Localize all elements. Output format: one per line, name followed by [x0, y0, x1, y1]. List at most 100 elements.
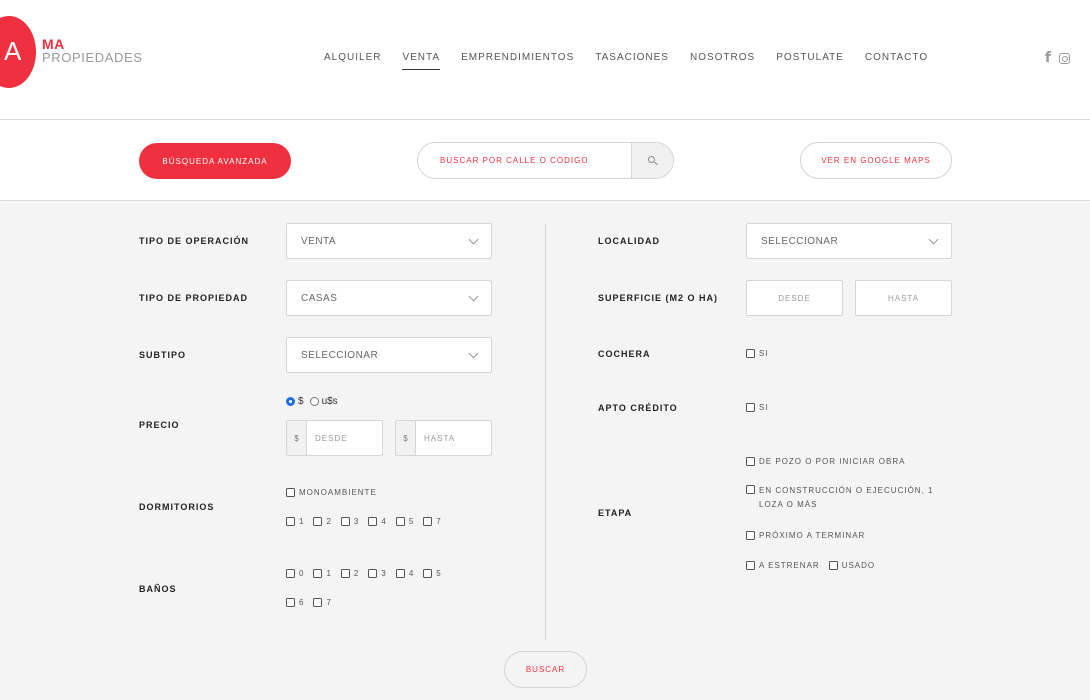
- property-type-label: TIPO DE PROPIEDAD: [139, 293, 249, 303]
- address-search: [417, 142, 674, 179]
- google-maps-button[interactable]: VER EN GOOGLE MAPS: [800, 142, 952, 179]
- subtype-value: SELECCIONAR: [301, 349, 379, 361]
- checkbox-box[interactable]: [340, 517, 350, 526]
- nav-item-nosotros[interactable]: NOSOTROS: [690, 52, 755, 70]
- nav-item-alquiler[interactable]: ALQUILER: [324, 52, 381, 70]
- credit-label: APTO CRÉDITO: [598, 403, 678, 413]
- currency-label-pesos: $: [298, 396, 304, 407]
- locality-select[interactable]: SELECCIONAR: [746, 223, 952, 259]
- nav-item-venta[interactable]: VENTA: [402, 52, 441, 70]
- bedrooms-option[interactable]: 2: [313, 517, 331, 526]
- checkbox-box[interactable]: [746, 349, 755, 358]
- checkbox-box[interactable]: [423, 569, 433, 578]
- price-label: PRECIO: [139, 420, 180, 430]
- bedrooms-option-label: 7: [436, 517, 442, 526]
- checkbox-box[interactable]: [395, 569, 405, 578]
- checkbox-box[interactable]: [313, 598, 323, 607]
- bathrooms-option[interactable]: 0: [286, 569, 304, 578]
- credit-checkbox[interactable]: SI: [746, 403, 769, 412]
- checkbox-box[interactable]: [746, 457, 755, 466]
- nav-item-emprendimientos[interactable]: EMPRENDIMIENTOS: [461, 52, 574, 70]
- checkbox-box[interactable]: [286, 569, 295, 578]
- subtype-label: SUBTIPO: [139, 350, 187, 360]
- bathrooms-option[interactable]: 3: [368, 569, 386, 578]
- stage-option-label: DE POZO O POR INICIAR OBRA: [759, 457, 906, 466]
- bathrooms-options-row-1: 0 1 2 3 4 5: [286, 569, 451, 578]
- chevron-down-icon: [928, 234, 939, 245]
- operation-select[interactable]: VENTA: [286, 223, 492, 259]
- bathrooms-option-label: 2: [353, 569, 360, 578]
- nav-item-tasaciones[interactable]: TASACIONES: [595, 52, 669, 70]
- stage-option-row-2[interactable]: EN CONSTRUCCIÓN O EJECUCIÓN, 1 LOZA O MÁ…: [746, 484, 946, 512]
- stage-option[interactable]: A ESTRENAR: [746, 561, 820, 570]
- checkbox-box[interactable]: [368, 569, 378, 578]
- advanced-search-button[interactable]: BÚSQUEDA AVANZADA: [139, 143, 291, 179]
- checkbox-box[interactable]: [828, 561, 838, 570]
- checkbox-box[interactable]: [340, 569, 350, 578]
- stage-label: ETAPA: [598, 508, 633, 518]
- garage-checkbox[interactable]: SI: [746, 349, 769, 358]
- checkbox-box[interactable]: [746, 561, 755, 570]
- bedrooms-option-label: 4: [381, 517, 387, 526]
- search-submit-button[interactable]: [631, 143, 673, 178]
- search-icon: [648, 156, 655, 163]
- bathrooms-option-label: 3: [381, 569, 387, 578]
- bathrooms-option[interactable]: 1: [313, 569, 331, 578]
- checkbox-box[interactable]: [286, 517, 295, 526]
- bathrooms-label: BAÑOS: [139, 584, 177, 594]
- stage-option[interactable]: PRÓXIMO A TERMINAR: [746, 531, 865, 540]
- checkbox-box[interactable]: [286, 488, 295, 497]
- logo-letter[interactable]: A: [4, 36, 21, 67]
- bedrooms-studio-checkbox[interactable]: MONOAMBIENTE: [286, 488, 377, 497]
- bathrooms-option-label: 1: [326, 569, 332, 578]
- facebook-icon[interactable]: f: [1045, 50, 1051, 66]
- price-to-input[interactable]: $ HASTA: [395, 420, 492, 456]
- operation-label: TIPO DE OPERACIÓN: [139, 236, 250, 246]
- surface-from-input[interactable]: DESDE: [746, 280, 843, 316]
- checkbox-box[interactable]: [746, 531, 755, 540]
- checkbox-box[interactable]: [368, 517, 378, 526]
- bathrooms-option[interactable]: 5: [423, 569, 441, 578]
- credit-checkbox-row: SI: [746, 403, 778, 412]
- checkbox-box[interactable]: [746, 485, 755, 494]
- checkbox-box[interactable]: [286, 598, 295, 607]
- search-submit-button[interactable]: BUSCAR: [504, 651, 587, 688]
- bedrooms-option[interactable]: 5: [395, 517, 414, 526]
- bedrooms-option[interactable]: 3: [340, 517, 359, 526]
- checkbox-box[interactable]: [313, 569, 323, 578]
- stage-option-row-3: PRÓXIMO A TERMINAR: [746, 531, 874, 540]
- bedrooms-option[interactable]: 1: [286, 517, 304, 526]
- currency-radio-pesos[interactable]: [286, 397, 295, 406]
- bedrooms-studio-label: MONOAMBIENTE: [299, 488, 377, 497]
- price-to-placeholder: HASTA: [424, 433, 456, 443]
- checkbox-box[interactable]: [746, 403, 755, 412]
- bathrooms-option[interactable]: 2: [340, 569, 360, 578]
- bathrooms-option[interactable]: 4: [395, 569, 414, 578]
- stage-option[interactable]: USADO: [828, 561, 875, 570]
- price-from-input[interactable]: $ DESDE: [286, 420, 383, 456]
- currency-radio-dollars[interactable]: [309, 397, 319, 406]
- bathrooms-option-label: 7: [326, 598, 332, 607]
- instagram-icon[interactable]: [1059, 52, 1070, 64]
- checkbox-box[interactable]: [423, 517, 433, 526]
- checkbox-box[interactable]: [313, 517, 323, 526]
- site-header: A MA PROPIEDADES ALQUILER VENTA EMPRENDI…: [0, 0, 1090, 120]
- bedrooms-option[interactable]: 4: [368, 517, 386, 526]
- nav-item-contacto[interactable]: CONTACTO: [865, 52, 928, 70]
- search-bar: BÚSQUEDA AVANZADA VER EN GOOGLE MAPS: [0, 121, 1090, 201]
- property-type-value: CASAS: [301, 292, 338, 304]
- surface-to-input[interactable]: HASTA: [855, 280, 952, 316]
- nav-item-postulate[interactable]: POSTULATE: [776, 52, 844, 70]
- bathrooms-option[interactable]: 7: [313, 598, 331, 607]
- stage-option[interactable]: DE POZO O POR INICIAR OBRA: [746, 457, 905, 466]
- stage-option-row-1: DE POZO O POR INICIAR OBRA: [746, 457, 914, 466]
- bedrooms-option[interactable]: 7: [423, 517, 441, 526]
- address-search-input[interactable]: [418, 143, 632, 178]
- garage-checkbox-row: SI: [746, 349, 778, 358]
- bathrooms-option[interactable]: 6: [286, 598, 304, 607]
- checkbox-box[interactable]: [395, 517, 405, 526]
- garage-option-label: SI: [759, 349, 769, 358]
- property-type-select[interactable]: CASAS: [286, 280, 492, 316]
- logo-wordmark[interactable]: MA PROPIEDADES: [42, 37, 143, 64]
- subtype-select[interactable]: SELECCIONAR: [286, 337, 492, 373]
